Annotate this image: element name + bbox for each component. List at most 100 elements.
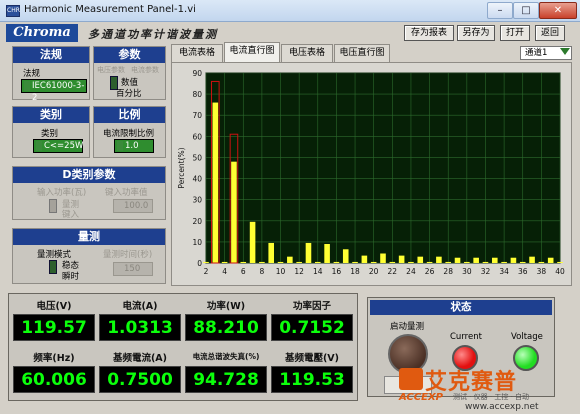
parameter-panel: 参数 电压参数 电流参数 数值 百分比 bbox=[93, 46, 166, 100]
harmonic-bar bbox=[352, 261, 358, 263]
fundamental-voltage-meter-value: 119.53 bbox=[271, 366, 353, 393]
select-arrow-icon bbox=[24, 81, 30, 91]
x-tick-label: 38 bbox=[537, 267, 547, 276]
harmonic-bar bbox=[305, 242, 312, 263]
power-meter: 功率(W) 88.210 bbox=[185, 298, 267, 344]
save-report-button[interactable]: 存为报表 bbox=[404, 25, 454, 41]
y-tick-label: 70 bbox=[192, 111, 202, 120]
measure-mode-switch[interactable] bbox=[49, 260, 57, 274]
status-header: 状态 bbox=[370, 300, 552, 315]
tab-current-histogram[interactable]: 电流直行图 bbox=[224, 42, 280, 62]
stepper-icon bbox=[117, 141, 123, 151]
d-class-panel: D类别参数 输入功率(瓦) 键入功率值 量测 键入 100.0 bbox=[12, 166, 166, 220]
ratio-input[interactable]: 1.0 bbox=[114, 139, 154, 153]
app-heading: 多通道功率计谐波量测 bbox=[88, 28, 218, 41]
watermark-url: www.accexp.net bbox=[465, 402, 539, 412]
input-power-value[interactable]: 100.0 bbox=[113, 199, 153, 213]
fundamental-current-meter-value: 0.7500 bbox=[99, 366, 181, 393]
harmonic-bar bbox=[268, 242, 275, 263]
measure-time-input[interactable]: 150 bbox=[113, 262, 153, 276]
app-icon: CHR bbox=[6, 5, 20, 17]
regulation-value: IEC61000-3-2 bbox=[32, 81, 85, 103]
current-param-label: 电流参数 bbox=[131, 66, 159, 74]
harmonic-bar bbox=[398, 255, 405, 263]
y-tick-label: 80 bbox=[192, 90, 202, 99]
back-button[interactable]: 返回 bbox=[535, 25, 565, 41]
ratio-value: 1.0 bbox=[125, 141, 139, 151]
thd-meter-value: 94.728 bbox=[185, 366, 267, 393]
y-tick-label: 90 bbox=[192, 69, 202, 78]
save-as-button[interactable]: 另存为 bbox=[457, 25, 495, 41]
harmonic-bar bbox=[324, 244, 330, 263]
percent-option: 百分比 bbox=[116, 89, 142, 99]
d-class-header: D类别参数 bbox=[13, 167, 165, 183]
harmonic-bar bbox=[203, 261, 209, 263]
harmonic-chart-svg: 01020304050607080902 4 6 8 10 12 14 16 18 20 22 24 2… bbox=[177, 69, 565, 276]
measure-header: 量测 bbox=[13, 229, 165, 245]
power-factor-meter-label: 功率因子 bbox=[292, 301, 331, 312]
ratio-header: 比例 bbox=[94, 107, 165, 123]
harmonic-bar bbox=[389, 261, 396, 263]
fundamental-current-meter: 基频電流(A) 0.7500 bbox=[99, 350, 181, 396]
minimize-button[interactable]: – bbox=[487, 2, 513, 19]
current-meter-value: 1.0313 bbox=[99, 314, 181, 341]
x-tick-label: 10 bbox=[276, 267, 286, 276]
class-label: 类别 bbox=[41, 129, 59, 139]
fundamental-current-meter-label: 基频電流(A) bbox=[112, 353, 168, 364]
harmonic-bar bbox=[240, 261, 247, 263]
class-select[interactable]: C<=25W bbox=[33, 139, 83, 153]
input-power-label: 输入功率(瓦) bbox=[37, 188, 87, 198]
frequency-meter: 频率(Hz) 60.006 bbox=[13, 350, 95, 396]
frequency-meter-value: 60.006 bbox=[13, 366, 95, 393]
regulation-header: 法规 bbox=[13, 47, 89, 63]
x-tick-label: 28 bbox=[443, 267, 453, 276]
harmonic-bar bbox=[445, 261, 452, 263]
maximize-button[interactable]: □ bbox=[513, 2, 539, 19]
y-tick-label: 20 bbox=[192, 217, 202, 226]
harmonic-chart: 0 10 20 30 40 50 60 70 80 90 2 4 6 8 10 12 14 16 18 20 22 24 2… bbox=[171, 62, 572, 286]
y-tick-label: 50 bbox=[192, 153, 202, 162]
open-button[interactable]: 打开 bbox=[500, 25, 530, 41]
harmonic-bar bbox=[221, 261, 228, 263]
harmonic-bar bbox=[333, 261, 340, 263]
thd-meter: 电流总谐波失真(%) 94.728 bbox=[185, 350, 267, 396]
window-titlebar: CHR Harmonic Measurement Panel-1.vi – □ … bbox=[0, 0, 580, 22]
x-tick-label: 40 bbox=[555, 267, 565, 276]
x-tick-label: 18 bbox=[350, 267, 360, 276]
input-power-type-option: 键入 bbox=[62, 210, 80, 220]
harmonic-bar bbox=[547, 257, 554, 263]
harmonic-bar bbox=[342, 249, 349, 263]
x-tick-label: 30 bbox=[462, 267, 472, 276]
thd-meter-label: 电流总谐波失真(%) bbox=[192, 352, 260, 361]
voltage-meter-value: 119.57 bbox=[13, 314, 95, 341]
measure-panel: 量测 量测模式 量测时间(秒) 稳态 瞬时 150 bbox=[12, 228, 166, 284]
harmonic-bar bbox=[277, 261, 284, 263]
harmonic-bar bbox=[408, 261, 414, 263]
plot-area bbox=[205, 72, 561, 264]
x-tick-label: 2 bbox=[204, 267, 209, 276]
tab-voltage-histogram[interactable]: 电压直行图 bbox=[334, 44, 390, 62]
watermark-tagline: 测试 · 仪器 · 工控 · 自动 bbox=[453, 393, 530, 401]
close-button[interactable]: ✕ bbox=[539, 2, 577, 19]
tab-voltage-table[interactable]: 电压表格 bbox=[281, 44, 333, 62]
input-power-switch[interactable] bbox=[49, 199, 57, 213]
voltage-meter: 电压(V) 119.57 bbox=[13, 298, 95, 344]
regulation-select[interactable]: IEC61000-3-2 bbox=[21, 79, 87, 103]
voltage-meter-label: 电压(V) bbox=[36, 301, 72, 312]
x-tick-label: 24 bbox=[406, 267, 416, 276]
power-factor-meter: 功率因子 0.7152 bbox=[271, 298, 353, 344]
power-meter-label: 功率(W) bbox=[206, 301, 246, 312]
input-power-value-text: 100.0 bbox=[124, 201, 149, 211]
harmonic-bar bbox=[491, 257, 498, 263]
x-tick-label: 6 bbox=[241, 267, 246, 276]
regulation-label: 法规 bbox=[23, 69, 41, 79]
class-panel: 类别 类别 C<=25W bbox=[12, 106, 90, 158]
harmonic-bar bbox=[501, 261, 507, 263]
channel-select[interactable]: 通道1 bbox=[520, 46, 572, 60]
harmonic-bar bbox=[538, 261, 545, 263]
voltage-param-label: 电压参数 bbox=[97, 66, 125, 74]
y-tick-label: 60 bbox=[192, 132, 202, 141]
tab-current-table[interactable]: 电流表格 bbox=[171, 44, 223, 62]
transient-option: 瞬时 bbox=[62, 272, 80, 282]
x-tick-label: 20 bbox=[369, 267, 379, 276]
